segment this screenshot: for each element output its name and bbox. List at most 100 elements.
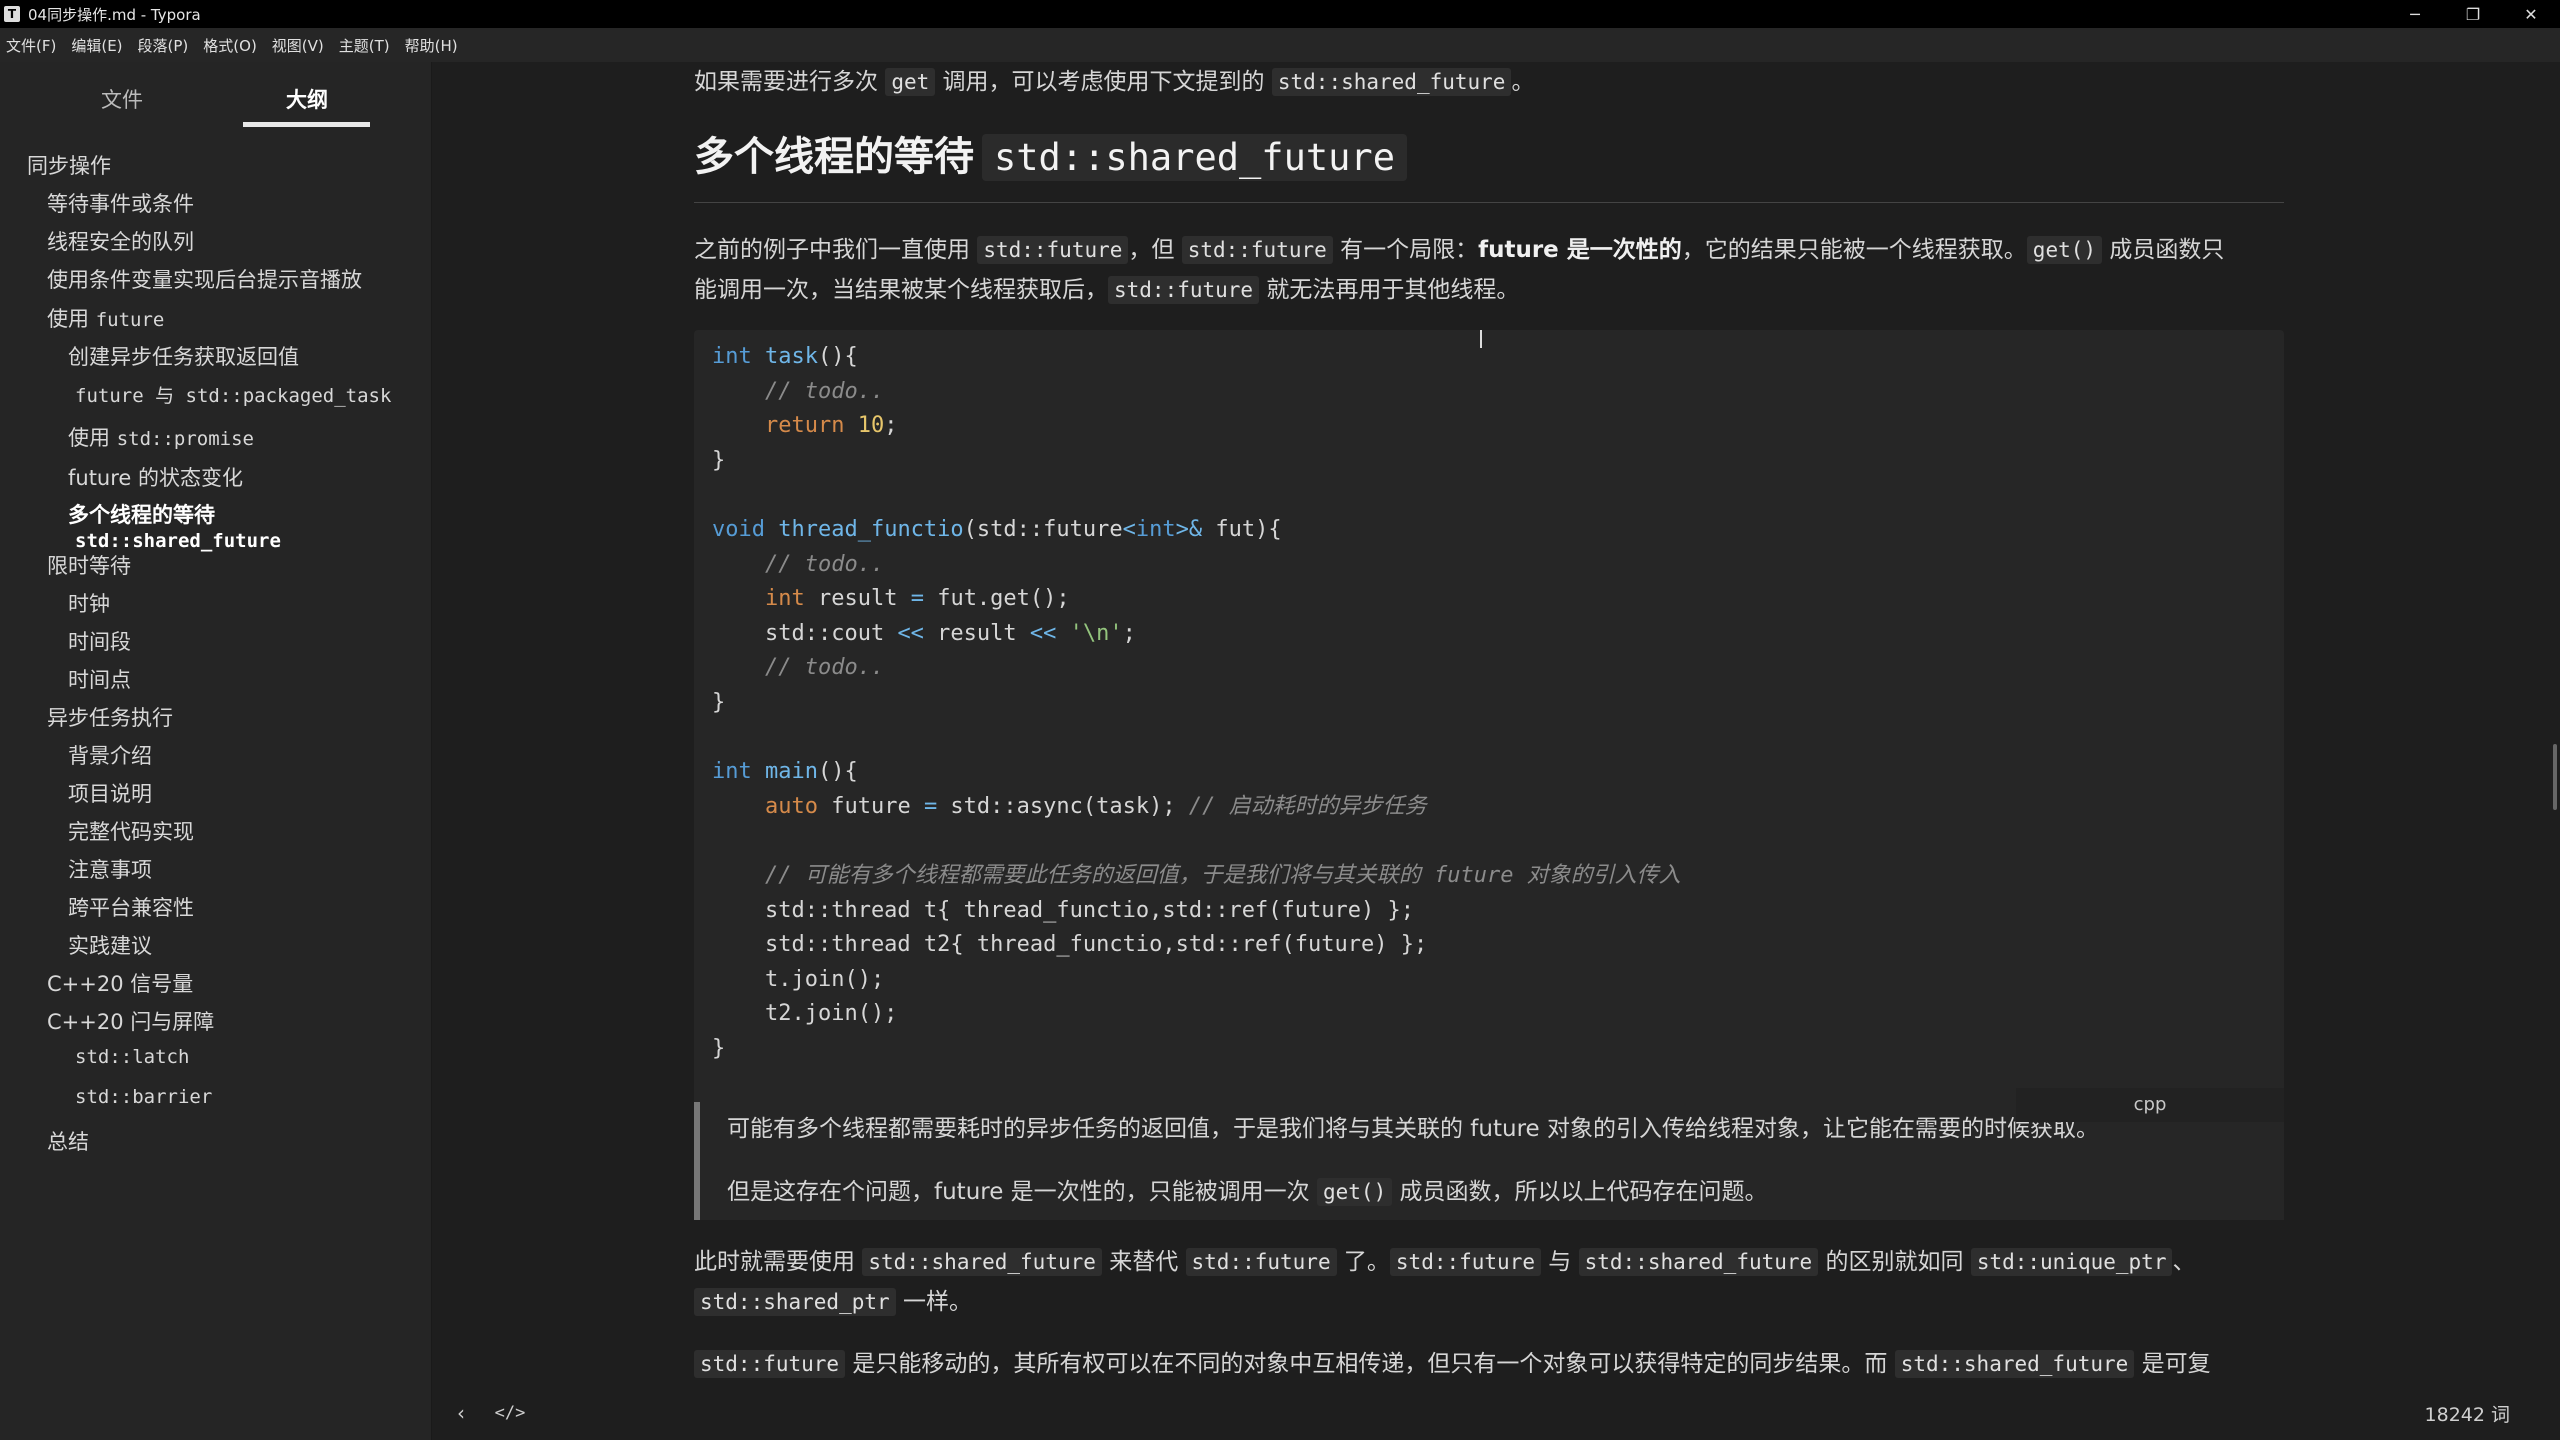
heading-divider: [694, 202, 2284, 203]
menu-format[interactable]: 格式(O): [203, 35, 257, 56]
outline-item-code: std::promise: [116, 428, 254, 450]
outline-item-label: 实践建议: [68, 934, 152, 958]
code-token: int: [764, 586, 805, 612]
outline-item[interactable]: std::latch: [75, 1046, 189, 1068]
menu-edit[interactable]: 编辑(E): [71, 35, 122, 56]
outline-item[interactable]: 使用 future: [47, 303, 164, 333]
code-token: std::thread t{ thread_functio,std::ref(f…: [712, 897, 1414, 923]
code-line: int main(){: [712, 755, 1681, 790]
outline-item[interactable]: 注意事项: [68, 854, 152, 884]
outline-item-label: std::latch: [75, 1046, 190, 1068]
outline-item[interactable]: 实践建议: [68, 930, 152, 960]
code-line: auto future = std::async(task); // 启动耗时的…: [712, 790, 1681, 825]
outline-item[interactable]: C++20 闩与屏障: [47, 1006, 214, 1036]
code-line: // todo..: [712, 375, 1681, 410]
outline-item[interactable]: 背景介绍: [68, 740, 152, 770]
outline-item[interactable]: 使用条件变量实现后台提示音播放: [47, 264, 362, 294]
outline-item-label: 注意事项: [68, 858, 152, 882]
menu-bar: 文件(F) 编辑(E) 段落(P) 格式(O) 视图(V) 主题(T) 帮助(H…: [0, 28, 2560, 62]
outline-item[interactable]: 同步操作: [27, 150, 111, 180]
code-token: // 启动耗时的异步任务: [1188, 793, 1427, 819]
toggle-sidebar-icon[interactable]: ‹: [446, 1401, 476, 1425]
outline-item-label: future 的状态变化: [68, 466, 244, 490]
outline-item[interactable]: 异步任务执行: [47, 702, 173, 732]
code-token: ;: [1122, 620, 1136, 646]
outline-item[interactable]: 创建异步任务获取返回值: [68, 341, 299, 371]
outline-item-label: 完整代码实现: [68, 820, 194, 844]
code-line: t.join();: [712, 963, 1681, 998]
outline-item[interactable]: 完整代码实现: [68, 816, 194, 846]
menu-file[interactable]: 文件(F): [6, 35, 56, 56]
section-heading: 多个线程的等待 std::shared_future: [694, 124, 1407, 182]
title-bar: T 04同步操作.md - Typora ─ ❐ ✕: [0, 0, 2560, 28]
outline-item[interactable]: 跨平台兼容性: [68, 892, 194, 922]
tab-outline[interactable]: 大纲: [286, 84, 328, 114]
scrollbar-thumb[interactable]: [2553, 744, 2557, 810]
outline-item[interactable]: 等待事件或条件: [47, 188, 194, 218]
outline-item-label: future 与 std::packaged_task: [75, 385, 392, 407]
menu-paragraph[interactable]: 段落(P): [138, 35, 189, 56]
code-token: =: [910, 586, 924, 612]
editor-content[interactable]: 如果需要进行多次 get 调用，可以考虑使用下文提到的 std::shared_…: [432, 62, 2560, 1402]
outline-item[interactable]: 限时等待: [47, 550, 131, 580]
text-run: 如果需要进行多次: [694, 69, 886, 95]
code-token: t2.join();: [712, 1001, 898, 1027]
outline-item-label: 项目说明: [68, 782, 152, 806]
menu-help[interactable]: 帮助(H): [405, 35, 458, 56]
window-controls: ─ ❐ ✕: [2386, 0, 2560, 28]
outline-item[interactable]: future 与 std::packaged_task: [75, 381, 391, 408]
menu-view[interactable]: 视图(V): [272, 35, 324, 56]
outline-item[interactable]: 线程安全的队列: [47, 226, 194, 256]
outline-item[interactable]: 时间段: [68, 626, 131, 656]
outline-item[interactable]: 时钟: [68, 588, 110, 618]
text-run: 的区别就如同: [1818, 1249, 1971, 1275]
code-token: int: [1135, 516, 1176, 542]
outline-item[interactable]: 项目说明: [68, 778, 152, 808]
code-token: <: [1122, 516, 1136, 542]
code-token: void: [712, 516, 765, 542]
paragraph-2-line-2: std::shared_ptr 一样。: [694, 1282, 2284, 1322]
code-line: std::thread t2{ thread_functio,std::ref(…: [712, 928, 1681, 963]
outline-item[interactable]: future 的状态变化: [68, 462, 243, 492]
outline-item-label: 线程安全的队列: [47, 230, 194, 254]
text-run: 了。: [1336, 1249, 1390, 1275]
restore-icon[interactable]: ❐: [2444, 0, 2502, 28]
close-icon[interactable]: ✕: [2502, 0, 2560, 28]
paragraph-1-line-2: 能调用一次，当结果被某个线程获取后， std::future 就无法再用于其他线程…: [694, 270, 2284, 310]
source-code-mode-icon[interactable]: </>: [490, 1403, 530, 1423]
code-block[interactable]: int task(){ // todo.. return 10;} void th…: [694, 330, 2284, 1140]
code-line: // todo..: [712, 651, 1681, 686]
inline-code: get(): [1317, 1178, 1393, 1206]
outline-item[interactable]: 时间点: [68, 664, 131, 694]
outline-item[interactable]: 使用 std::promise: [68, 422, 254, 452]
menu-theme[interactable]: 主题(T): [339, 35, 390, 56]
window-title: 04同步操作.md - Typora: [28, 5, 201, 24]
outline-item[interactable]: 多个线程的等待 std::shared_future: [68, 502, 281, 554]
outline-item[interactable]: C++20 信号量: [47, 968, 193, 998]
tab-files[interactable]: 文件: [101, 84, 143, 114]
outline-item[interactable]: 总结: [47, 1126, 89, 1156]
outline-item-label: C++20 闩与屏障: [47, 1010, 215, 1034]
outline-item-label: std::barrier: [75, 1086, 213, 1108]
sidebar-tabs: 文件 大纲: [0, 62, 431, 130]
word-count[interactable]: 18242 词: [2425, 1400, 2510, 1427]
quote-line-1: 可能有多个线程都需要耗时的异步任务的返回值，于是我们将与其关联的 future …: [727, 1116, 2099, 1142]
outline-item-label: 创建异步任务获取返回值: [68, 345, 299, 369]
code-token: '\n': [1069, 620, 1123, 646]
outline-item[interactable]: std::barrier: [75, 1086, 212, 1108]
minimize-icon[interactable]: ─: [2386, 0, 2444, 28]
code-token: std::cout: [712, 620, 898, 646]
outline-item-label: 时钟: [68, 592, 110, 616]
text-run: 是只能移动的，其所有权可以在不同的对象中互相传递，但只有一个对象可以获得特定的同…: [845, 1351, 1895, 1377]
inline-code: std::future: [1181, 236, 1333, 264]
typora-app-icon: T: [4, 6, 20, 22]
text-run: ，但: [1128, 237, 1182, 263]
inline-code: std::future: [1108, 276, 1260, 304]
code-language-tag[interactable]: cpp: [2016, 1088, 2284, 1122]
